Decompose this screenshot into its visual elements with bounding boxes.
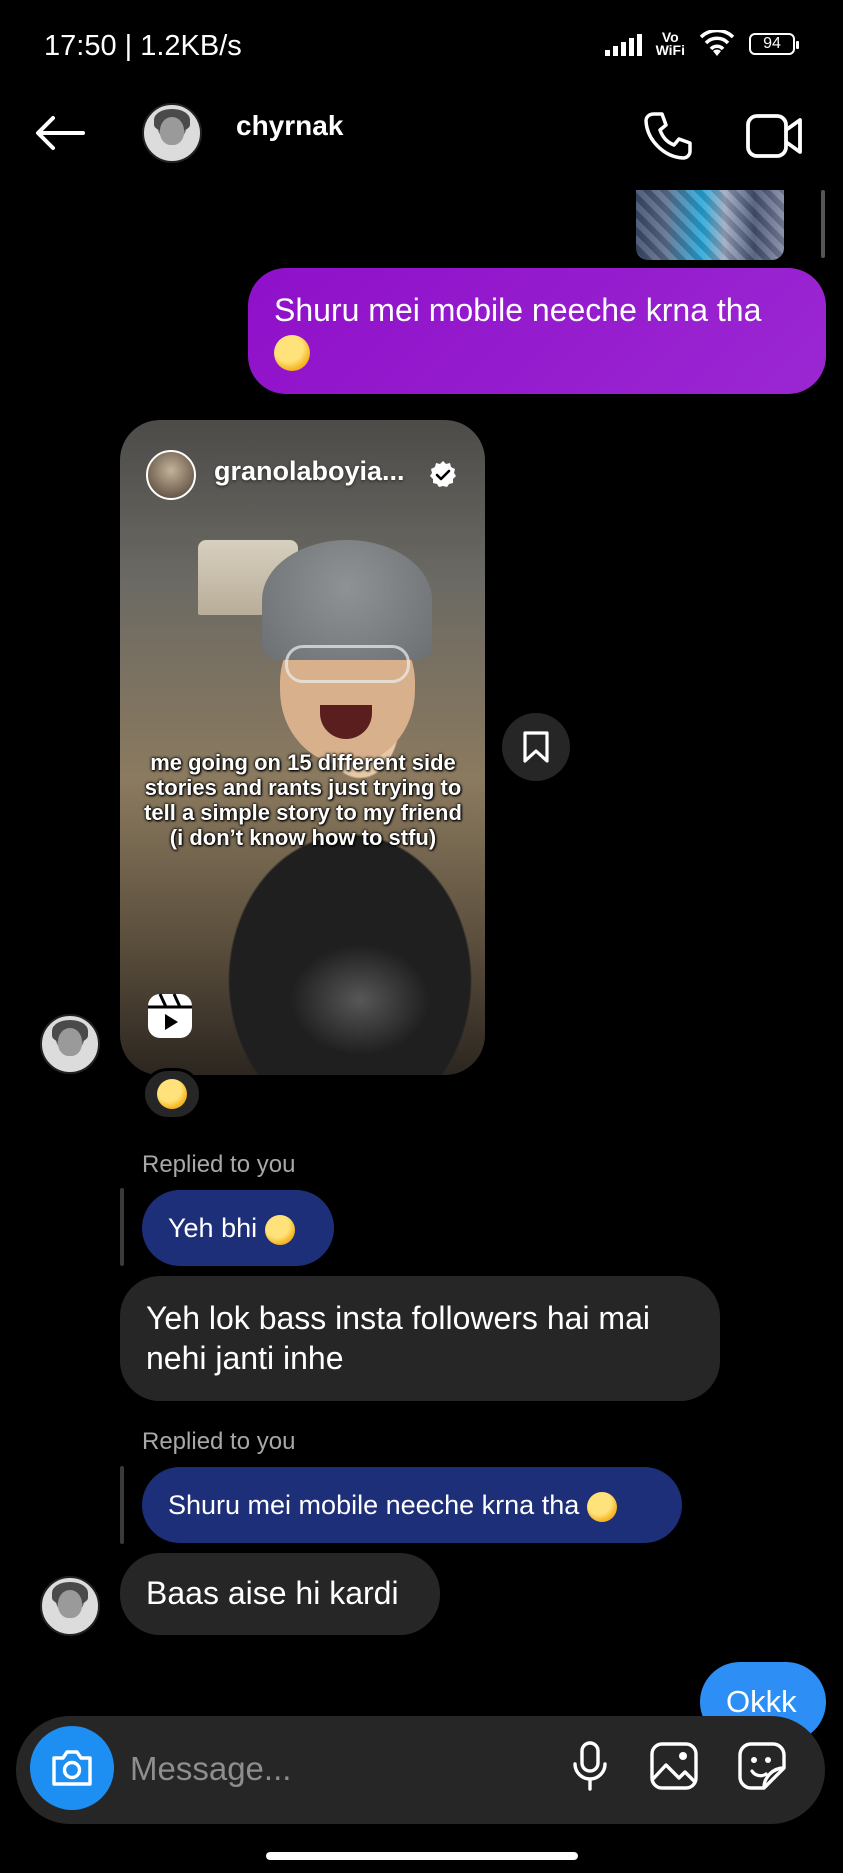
reel-author-avatar	[146, 450, 196, 500]
replied-to-label: Replied to you	[142, 1428, 296, 1455]
home-indicator[interactable]	[266, 1852, 578, 1860]
phone-icon	[644, 112, 692, 160]
sent-message-bubble[interactable]: Shuru mei mobile neeche krna tha	[248, 268, 826, 394]
message-text: Okkk	[726, 1684, 797, 1719]
quoted-message-bubble[interactable]: Yeh bhi	[142, 1190, 334, 1266]
message-text: Baas aise hi kardi	[146, 1575, 399, 1611]
shared-reel-card[interactable]: granolaboyia... me going on 15 different…	[120, 420, 485, 1075]
arrow-left-icon	[36, 116, 85, 150]
reel-caption: me going on 15 different side stories an…	[144, 750, 462, 850]
sender-avatar[interactable]	[40, 1014, 100, 1074]
tears-of-joy-emoji-icon	[157, 1079, 187, 1109]
sender-avatar[interactable]	[40, 1576, 100, 1636]
replied-to-label: Replied to you	[142, 1151, 296, 1178]
grinning-sweat-emoji-icon	[586, 1491, 617, 1522]
camera-button[interactable]	[30, 1726, 114, 1810]
microphone-icon	[573, 1741, 607, 1791]
quoted-message-bubble[interactable]: Shuru mei mobile neeche krna tha	[142, 1467, 682, 1543]
vowifi-indicator: Vo WiFi	[655, 29, 685, 58]
quoted-message-text: Shuru mei mobile neeche krna tha	[168, 1490, 580, 1520]
sticker-icon	[738, 1742, 786, 1790]
gallery-button[interactable]	[646, 1738, 702, 1794]
message-input[interactable]	[128, 1740, 552, 1798]
reply-indicator-bar	[120, 1188, 124, 1266]
sticker-button[interactable]	[734, 1738, 790, 1794]
scrollbar[interactable]	[821, 190, 825, 258]
reply-indicator-bar	[120, 1466, 124, 1544]
reel-author-username: granolaboyia...	[214, 456, 405, 486]
signal-icon	[604, 32, 642, 56]
wifi-icon	[699, 30, 735, 56]
image-icon	[650, 1742, 698, 1790]
message-reaction[interactable]	[142, 1068, 202, 1120]
reel-person-glasses	[285, 645, 410, 683]
received-message-bubble[interactable]: Yeh lok bass insta followers hai mai neh…	[120, 1276, 720, 1401]
video-call-button[interactable]	[744, 108, 804, 164]
status-icons: Vo WiFi 94	[604, 29, 799, 58]
message-text: Yeh lok bass insta followers hai mai neh…	[146, 1300, 650, 1376]
back-button[interactable]	[32, 105, 88, 161]
header-username[interactable]: chyrnak	[236, 110, 343, 142]
received-message-bubble[interactable]: Baas aise hi kardi	[120, 1553, 440, 1635]
shared-photo-thumbnail[interactable]	[636, 190, 784, 260]
header-avatar[interactable]	[142, 103, 202, 163]
video-camera-icon	[746, 114, 802, 158]
grinning-sweat-emoji-icon	[264, 1214, 295, 1245]
verified-badge-icon	[430, 461, 456, 487]
quoted-message-text: Yeh bhi	[168, 1213, 258, 1243]
reel-person-beanie	[262, 540, 432, 660]
camera-icon	[52, 1750, 92, 1786]
save-reel-button[interactable]	[502, 713, 570, 781]
status-time: 17:50 | 1.2KB/s	[44, 30, 242, 62]
battery-icon: 94	[749, 33, 799, 55]
message-text: Shuru mei mobile neeche krna tha	[274, 292, 762, 328]
bookmark-icon	[523, 731, 549, 763]
grinning-sweat-emoji-icon	[274, 334, 310, 371]
voice-message-button[interactable]	[562, 1738, 618, 1794]
reels-icon	[148, 993, 192, 1038]
audio-call-button[interactable]	[640, 108, 696, 164]
